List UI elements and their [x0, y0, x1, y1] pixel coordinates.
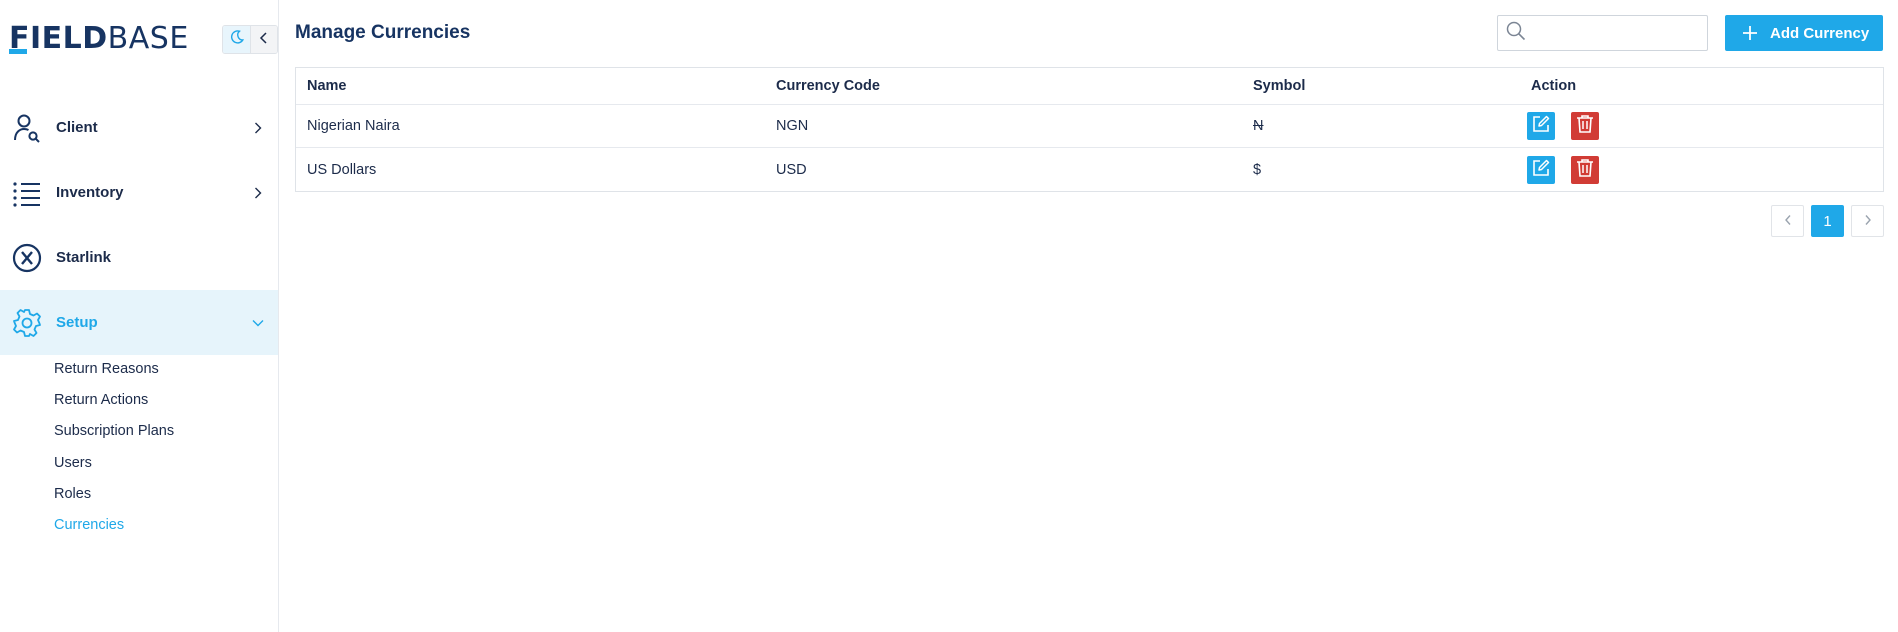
submenu-item-return-reasons[interactable]: Return Reasons	[54, 359, 174, 390]
logo-thin-text: BASE	[107, 21, 189, 56]
edit-button[interactable]	[1527, 155, 1555, 184]
page-title: Manage Currencies	[295, 22, 471, 43]
currency-name: US Dollars	[307, 161, 377, 178]
sidebar-item-label: Client	[56, 119, 98, 136]
row-actions	[1520, 112, 1883, 140]
delete-button[interactable]	[1571, 155, 1599, 184]
table-row: US Dollars USD $	[296, 148, 1883, 191]
fieldbase-logo[interactable]: FIELDBASE	[9, 22, 189, 56]
search-input[interactable]	[1532, 18, 1713, 48]
edit-icon	[1531, 114, 1551, 138]
chevron-right-icon	[1864, 213, 1872, 230]
sidebar-item-setup[interactable]: Setup	[0, 290, 278, 355]
logo-accent-bar	[9, 49, 27, 54]
submenu-item-currencies[interactable]: Currencies	[54, 515, 174, 546]
next-page-button[interactable]	[1851, 205, 1884, 237]
currency-symbol: N	[1253, 118, 1264, 134]
edit-button[interactable]	[1527, 112, 1555, 140]
gear-icon	[12, 308, 42, 338]
table-row: Nigerian Naira NGN N	[296, 105, 1883, 148]
currency-symbol: $	[1253, 161, 1262, 178]
sidebar-item-starlink[interactable]: Starlink	[0, 225, 278, 290]
delete-button[interactable]	[1571, 112, 1599, 140]
prev-page-button[interactable]	[1771, 205, 1804, 237]
setup-submenu: Return Reasons Return Actions Subscripti…	[54, 359, 174, 546]
user-search-icon	[12, 113, 42, 143]
currency-code: NGN	[776, 118, 809, 134]
search-icon	[1506, 21, 1526, 46]
sidebar-nav: Client Inventory Starlink Setup	[0, 95, 278, 355]
sidebar-item-label: Setup	[56, 314, 98, 331]
chevron-down-icon	[252, 317, 264, 329]
chevron-right-icon	[252, 187, 264, 199]
moon-icon	[229, 29, 245, 50]
column-header-currency-code: Currency Code	[776, 78, 880, 94]
table-header-row: Name Currency Code Symbol Action	[296, 68, 1883, 105]
sidebar-item-client[interactable]: Client	[0, 95, 278, 160]
currency-code: USD	[776, 161, 807, 178]
submenu-item-roles[interactable]: Roles	[54, 484, 174, 515]
search-box	[1497, 15, 1713, 51]
pagination: 1	[1771, 205, 1884, 237]
circle-x-icon	[12, 243, 42, 273]
chevron-right-icon	[252, 122, 264, 134]
add-currency-button[interactable]: Add Currency	[1725, 15, 1883, 51]
sidebar-item-label: Starlink	[56, 249, 112, 266]
page-number-button[interactable]: 1	[1811, 205, 1844, 237]
list-icon	[12, 178, 42, 208]
chevron-left-icon	[259, 31, 269, 49]
submenu-item-users[interactable]: Users	[54, 453, 174, 484]
trash-icon	[1576, 114, 1594, 138]
sidebar-item-label: Inventory	[56, 184, 124, 201]
column-header-symbol: Symbol	[1253, 78, 1306, 94]
theme-toggle-button[interactable]	[223, 26, 250, 53]
column-header-name: Name	[307, 78, 347, 94]
sidebar-item-inventory[interactable]: Inventory	[0, 160, 278, 225]
submenu-item-return-actions[interactable]: Return Actions	[54, 390, 174, 421]
edit-icon	[1531, 158, 1551, 182]
currencies-table: Name Currency Code Symbol Action Nigeria…	[295, 67, 1884, 192]
trash-icon	[1576, 158, 1594, 182]
chevron-left-icon	[1784, 213, 1792, 230]
row-actions	[1520, 155, 1883, 184]
plus-icon	[1742, 25, 1758, 41]
add-currency-label: Add Currency	[1770, 24, 1870, 42]
collapse-sidebar-button[interactable]	[250, 26, 277, 53]
submenu-item-subscription-plans[interactable]: Subscription Plans	[54, 421, 174, 452]
sidebar-controls	[222, 25, 278, 54]
sidebar: FIELDBASE Client Inventory Starlink Setu…	[0, 0, 279, 632]
currency-name: Nigerian Naira	[307, 118, 400, 134]
column-header-action: Action	[1531, 78, 1577, 94]
